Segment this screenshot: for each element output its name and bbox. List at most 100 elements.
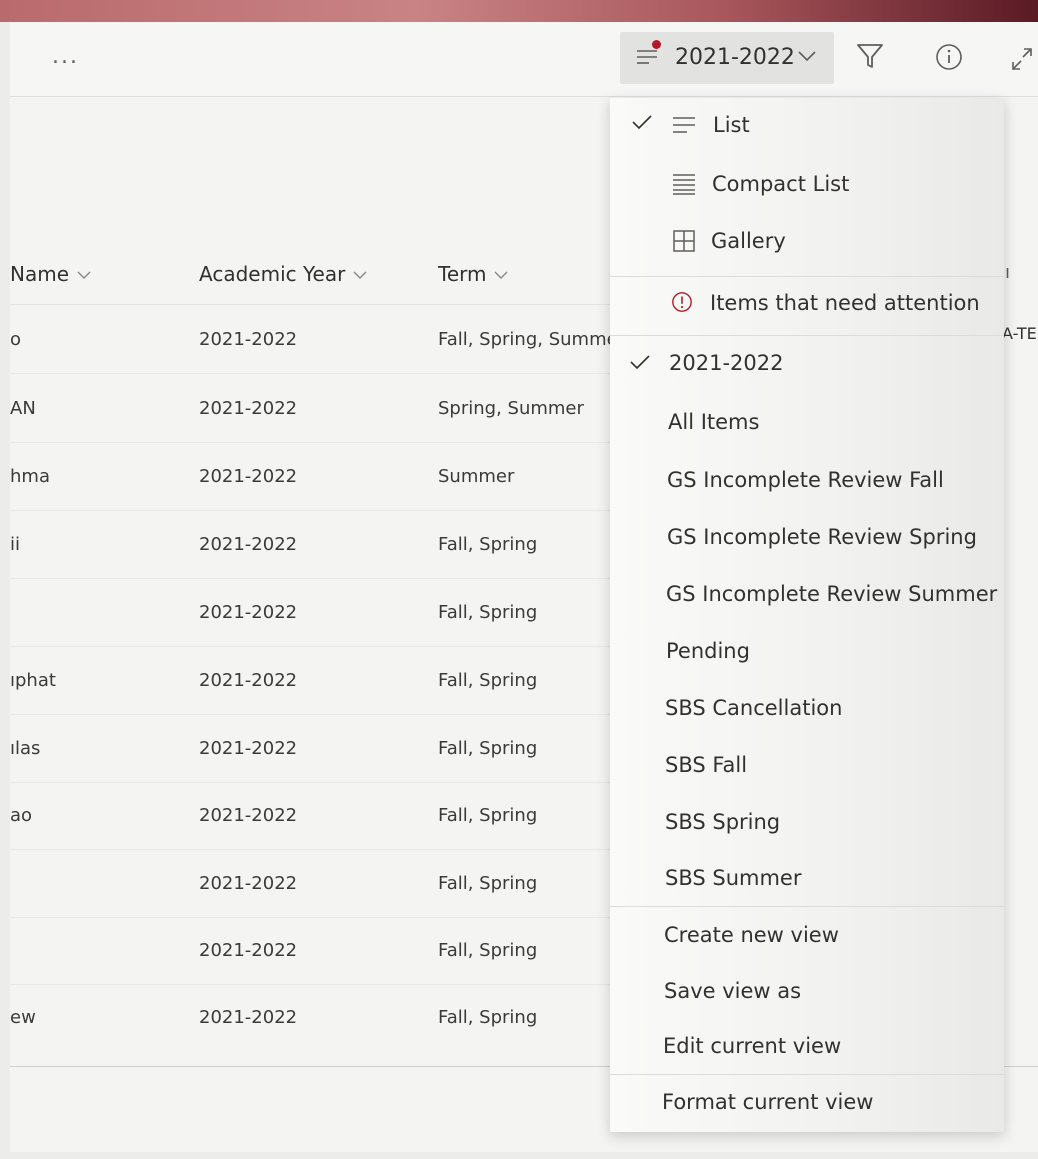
column-header-academic-year[interactable]: Academic Year — [199, 262, 367, 286]
column-header-name[interactable]: Name — [10, 262, 91, 286]
column-header-label: Term — [438, 262, 487, 286]
cell-academic-year: 2021-2022 — [199, 738, 298, 759]
cell-term: Spring, Summer — [438, 398, 584, 419]
more-actions-button[interactable]: ... — [52, 44, 79, 69]
cell-term: Fall, Spring — [438, 940, 538, 961]
command-bar: ... 2021-2022 — [10, 22, 1038, 97]
menu-item-label: SBS Spring — [665, 810, 781, 834]
attention-icon — [672, 292, 692, 312]
menu-item-label: Edit current view — [663, 1034, 842, 1058]
menu-item-label: Compact List — [712, 172, 850, 196]
unsaved-changes-dot — [652, 40, 661, 49]
compact-list-icon — [673, 174, 695, 195]
table-row[interactable]: 2021-2022 Fall, Spring — [10, 916, 630, 985]
table-row[interactable]: AN 2021-2022 Spring, Summer — [10, 374, 630, 443]
menu-item-sbs-fall[interactable]: SBS Fall — [610, 739, 1004, 791]
menu-item-label: All Items — [668, 410, 760, 434]
menu-item-items-need-attention[interactable]: Items that need attention — [610, 278, 1004, 330]
cell-academic-year: 2021-2022 — [199, 670, 298, 691]
menu-item-gs-incomplete-review-fall[interactable]: GS Incomplete Review Fall — [610, 454, 1004, 506]
checkmark-icon — [630, 355, 650, 370]
cell-term: Fall, Spring — [438, 602, 538, 623]
menu-item-compact-list[interactable]: Compact List — [610, 159, 1004, 211]
menu-item-edit-current-view[interactable]: Edit current view — [610, 1021, 1004, 1073]
table-row[interactable]: ii 2021-2022 Fall, Spring — [10, 510, 630, 579]
table-row[interactable]: 2021-2022 Fall, Spring — [10, 849, 630, 918]
table-row[interactable]: ew 2021-2022 Fall, Spring — [10, 983, 630, 1051]
column-header-label: Academic Year — [199, 262, 346, 286]
chevron-down-icon — [77, 271, 91, 279]
cell-term: Fall, Spring, Summer — [438, 329, 626, 350]
menu-divider — [610, 906, 1004, 907]
menu-item-gallery[interactable]: Gallery — [610, 218, 1004, 270]
table-row[interactable]: 2021-2022 Fall, Spring — [10, 578, 630, 647]
cell-academic-year: 2021-2022 — [199, 466, 298, 487]
cell-academic-year: 2021-2022 — [199, 805, 298, 826]
menu-divider — [610, 1074, 1004, 1075]
chevron-down-icon — [353, 271, 367, 279]
cell-academic-year: 2021-2022 — [199, 398, 298, 419]
menu-item-sbs-summer[interactable]: SBS Summer — [610, 852, 1004, 904]
menu-item-pending[interactable]: Pending — [610, 625, 1004, 677]
menu-divider — [610, 276, 1004, 277]
cell-term: Summer — [438, 466, 515, 487]
menu-item-label: SBS Fall — [665, 753, 748, 777]
menu-item-label: Format current view — [662, 1090, 874, 1114]
list-icon — [673, 117, 695, 133]
cell-name: ao — [10, 805, 33, 826]
menu-item-label: SBS Cancellation — [665, 696, 843, 720]
cell-name: ılas — [10, 738, 41, 759]
menu-item-view-2021-2022[interactable]: 2021-2022 — [610, 338, 1004, 390]
table-row[interactable]: o 2021-2022 Fall, Spring, Summer — [10, 305, 630, 374]
cell-term: Fall, Spring — [438, 670, 538, 691]
menu-item-sbs-cancellation[interactable]: SBS Cancellation — [610, 682, 1004, 734]
info-icon[interactable] — [934, 42, 964, 72]
table-row[interactable]: hma 2021-2022 Summer — [10, 442, 630, 511]
chevron-down-icon — [798, 51, 816, 62]
cell-academic-year: 2021-2022 — [199, 1007, 298, 1028]
cell-name: ew — [10, 1007, 36, 1028]
cell-term: Fall, Spring — [438, 873, 538, 894]
menu-item-label: GS Incomplete Review Spring — [667, 525, 977, 549]
gallery-icon — [673, 230, 695, 252]
table-row[interactable]: ılas 2021-2022 Fall, Spring — [10, 714, 630, 783]
cell-academic-year: 2021-2022 — [199, 940, 298, 961]
column-header-partial[interactable]: ı — [1005, 262, 1010, 283]
cell-term: Fall, Spring — [438, 534, 538, 555]
view-lines-icon — [637, 50, 657, 64]
cell-name: o — [10, 329, 22, 350]
view-selector-button[interactable]: 2021-2022 — [620, 32, 834, 84]
view-options-menu: List Compact List Gallery Items that nee… — [610, 98, 1004, 1132]
cell-name: hma — [10, 466, 50, 487]
cell-academic-year: 2021-2022 — [199, 329, 298, 350]
menu-item-gs-incomplete-review-spring[interactable]: GS Incomplete Review Spring — [610, 511, 1004, 563]
menu-item-save-view-as[interactable]: Save view as — [610, 966, 1004, 1018]
menu-divider — [610, 335, 1004, 336]
column-header-term[interactable]: Term — [438, 262, 508, 286]
table-cell-partial: A-TE — [1002, 324, 1037, 343]
table-row[interactable]: ıphat 2021-2022 Fall, Spring — [10, 646, 630, 715]
cell-academic-year: 2021-2022 — [199, 602, 298, 623]
menu-item-label: GS Incomplete Review Summer — [666, 582, 998, 606]
menu-item-create-new-view[interactable]: Create new view — [610, 910, 1004, 962]
cell-academic-year: 2021-2022 — [199, 873, 298, 894]
menu-item-list[interactable]: List — [610, 100, 1004, 152]
cell-term: Fall, Spring — [438, 738, 538, 759]
cell-name: ii — [10, 534, 21, 555]
menu-item-label: Gallery — [711, 229, 786, 253]
chevron-down-icon — [494, 271, 508, 279]
cell-term: Fall, Spring — [438, 805, 538, 826]
column-header-label: Name — [10, 262, 70, 286]
cell-name: AN — [10, 398, 36, 419]
menu-item-label: SBS Summer — [665, 866, 802, 890]
checkmark-icon — [632, 115, 652, 130]
menu-item-format-current-view[interactable]: Format current view — [610, 1077, 1004, 1129]
table-row[interactable]: ao 2021-2022 Fall, Spring — [10, 781, 630, 850]
filter-icon[interactable] — [856, 42, 884, 70]
menu-item-sbs-spring[interactable]: SBS Spring — [610, 796, 1004, 848]
menu-item-gs-incomplete-review-summer[interactable]: GS Incomplete Review Summer — [610, 568, 1004, 620]
menu-item-all-items[interactable]: All Items — [610, 396, 1004, 448]
expand-icon[interactable] — [1012, 48, 1032, 70]
menu-item-label: Create new view — [664, 923, 839, 947]
cell-academic-year: 2021-2022 — [199, 534, 298, 555]
